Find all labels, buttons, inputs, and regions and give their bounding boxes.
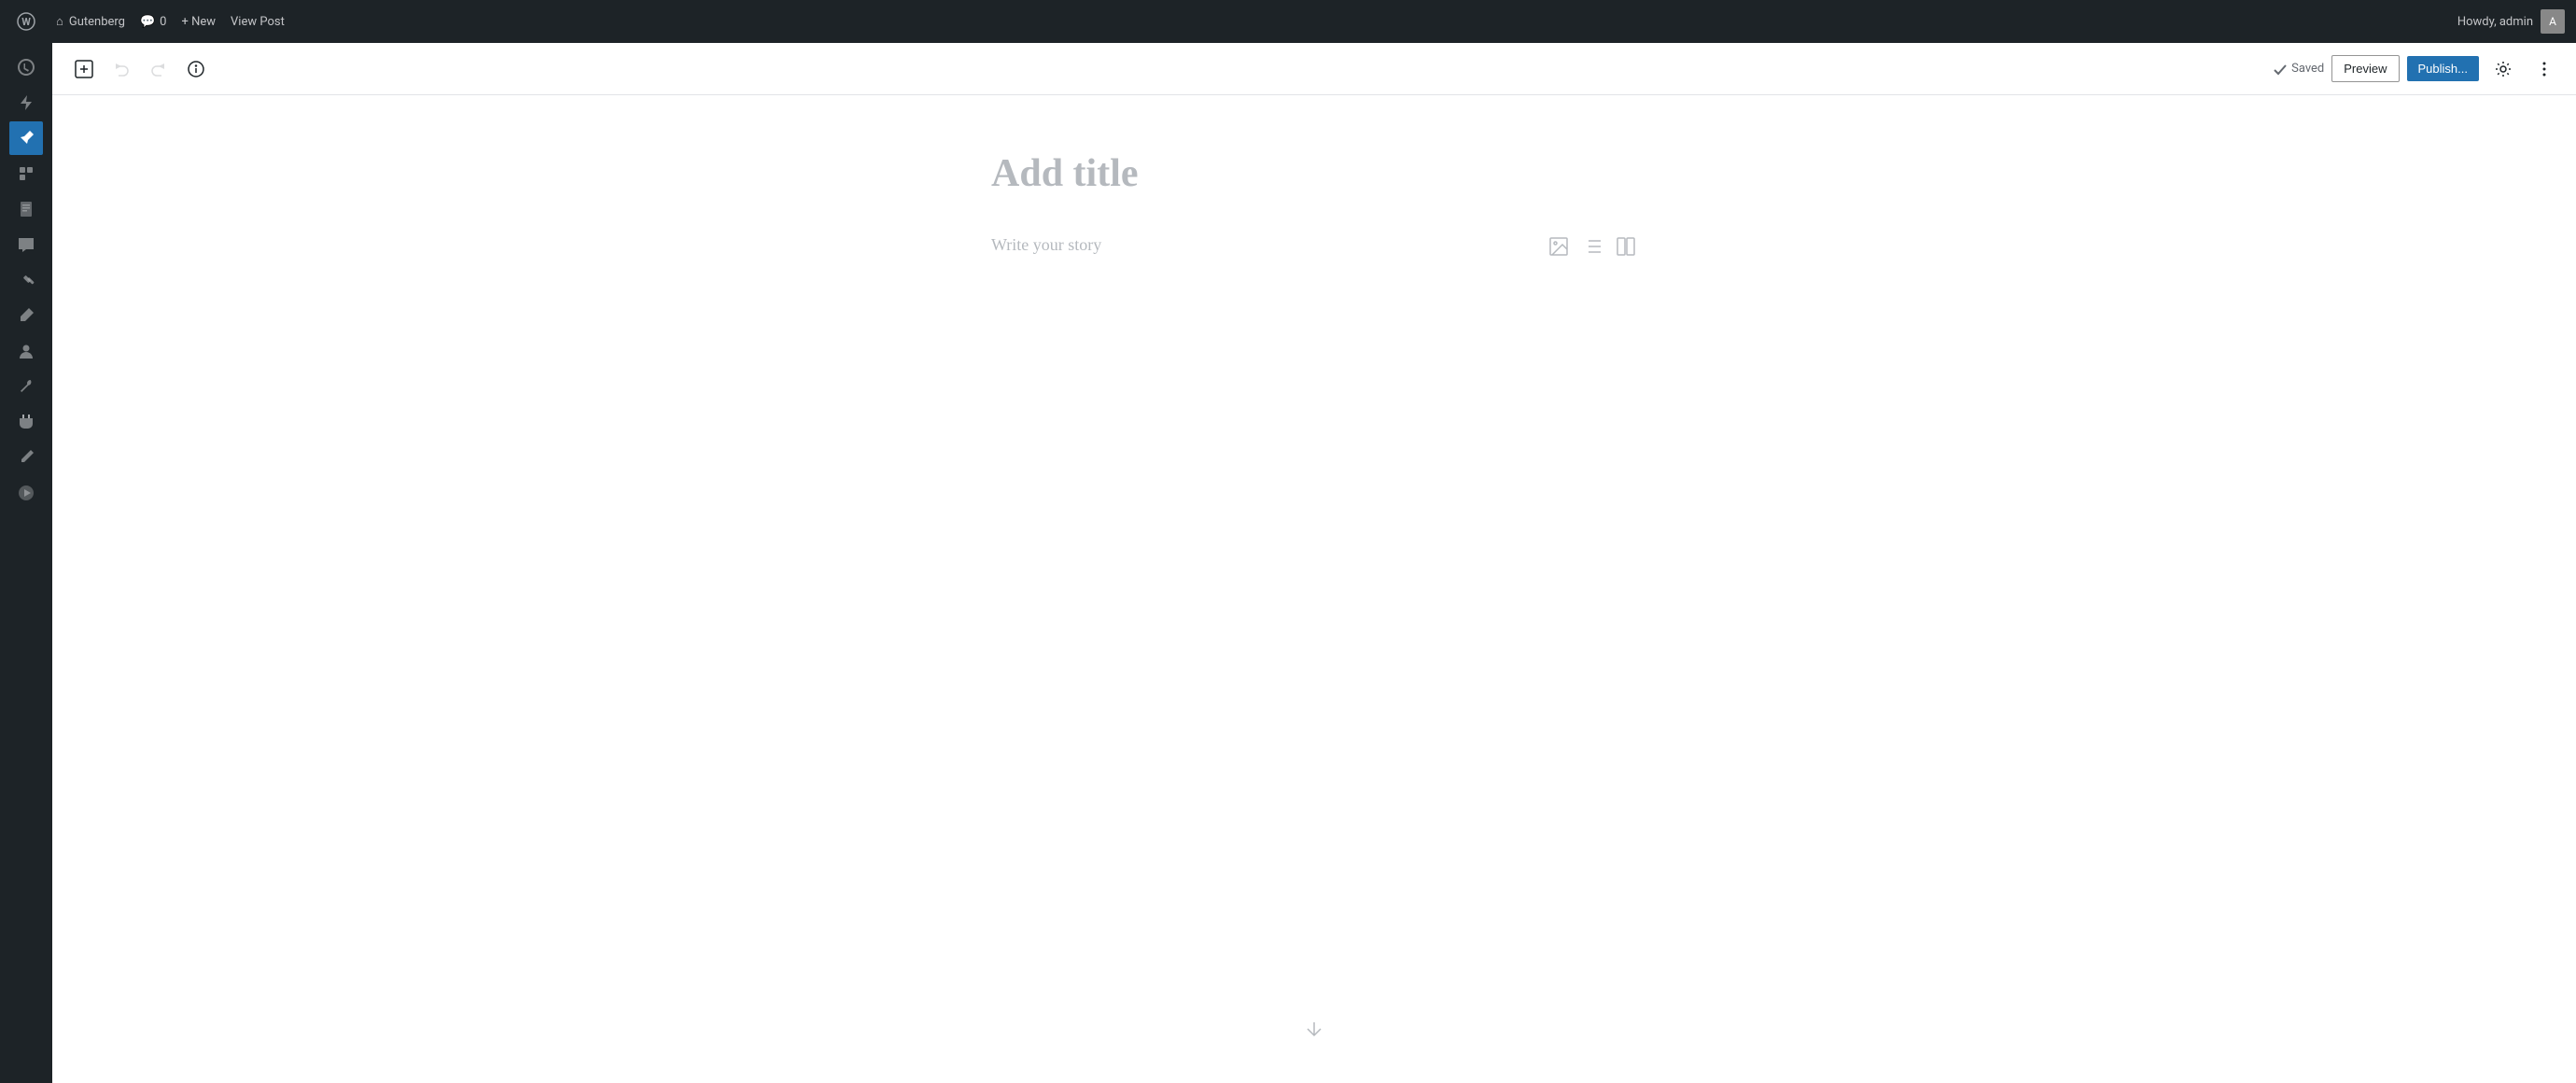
sidebar-comments-icon[interactable]: [9, 228, 43, 261]
admin-bar-right: Howdy, admin A: [2457, 9, 2565, 34]
redo-button[interactable]: [142, 52, 175, 86]
editor-content: Add title Write your story: [969, 95, 1659, 356]
info-button[interactable]: [179, 52, 213, 86]
editor-toolbar: Saved Preview Publish...: [52, 43, 2576, 95]
more-options-button[interactable]: [2527, 52, 2561, 86]
comments-bubble-icon: 💬: [140, 15, 155, 29]
insert-image-icon[interactable]: [1547, 235, 1570, 262]
sidebar-tools-icon[interactable]: [9, 157, 43, 190]
saved-label-text: Saved: [2291, 62, 2324, 76]
sidebar-user-icon[interactable]: [9, 334, 43, 368]
admin-bar: W ⌂ Gutenberg 💬 0 + New View Post Howdy,…: [0, 0, 2576, 43]
title-field[interactable]: Add title: [991, 151, 1637, 196]
admin-bar-site[interactable]: ⌂ Gutenberg: [56, 14, 125, 29]
sidebar-hammer-icon[interactable]: [9, 263, 43, 297]
sidebar-lightning-icon[interactable]: [9, 86, 43, 120]
saved-status: Saved: [2273, 62, 2324, 77]
sidebar: [0, 43, 52, 1083]
sidebar-plugin-icon[interactable]: [9, 405, 43, 439]
view-post-label: View Post: [231, 15, 285, 29]
undo-button[interactable]: [105, 52, 138, 86]
svg-text:W: W: [21, 16, 31, 28]
insert-list-icon[interactable]: [1581, 235, 1603, 262]
preview-button[interactable]: Preview: [2331, 55, 2399, 82]
sidebar-dashboard-icon[interactable]: [9, 50, 43, 84]
home-icon: ⌂: [56, 14, 63, 29]
toolbar-left: [67, 52, 213, 86]
sidebar-wrench-icon[interactable]: [9, 370, 43, 403]
insert-columns-icon[interactable]: [1615, 235, 1637, 262]
wp-logo[interactable]: W: [11, 7, 41, 36]
settings-button[interactable]: [2486, 52, 2520, 86]
sidebar-pin-icon[interactable]: [9, 121, 43, 155]
content-insert-icons: [1547, 235, 1637, 262]
content-field[interactable]: Write your story: [991, 233, 1529, 255]
sidebar-play-icon[interactable]: [9, 476, 43, 510]
sidebar-marker-icon[interactable]: [9, 299, 43, 332]
avatar[interactable]: A: [2541, 9, 2565, 34]
admin-bar-comments[interactable]: 💬 0: [140, 15, 167, 29]
new-label: + New: [181, 15, 216, 29]
toolbar-right: Saved Preview Publish...: [2273, 52, 2561, 86]
scroll-down-indicator: [1303, 1018, 1325, 1046]
admin-bar-new[interactable]: + New: [181, 15, 216, 29]
add-block-button[interactable]: [67, 52, 101, 86]
content-area: Write your story: [991, 233, 1637, 262]
howdy-label: Howdy, admin: [2457, 15, 2533, 29]
sidebar-pages-icon[interactable]: [9, 192, 43, 226]
comments-count: 0: [160, 15, 166, 29]
site-name: Gutenberg: [69, 15, 125, 29]
sidebar-edit-icon[interactable]: [9, 441, 43, 474]
admin-bar-viewpost[interactable]: View Post: [231, 15, 285, 29]
editor-area[interactable]: Add title Write your story: [52, 95, 2576, 1083]
publish-button[interactable]: Publish...: [2407, 56, 2479, 81]
